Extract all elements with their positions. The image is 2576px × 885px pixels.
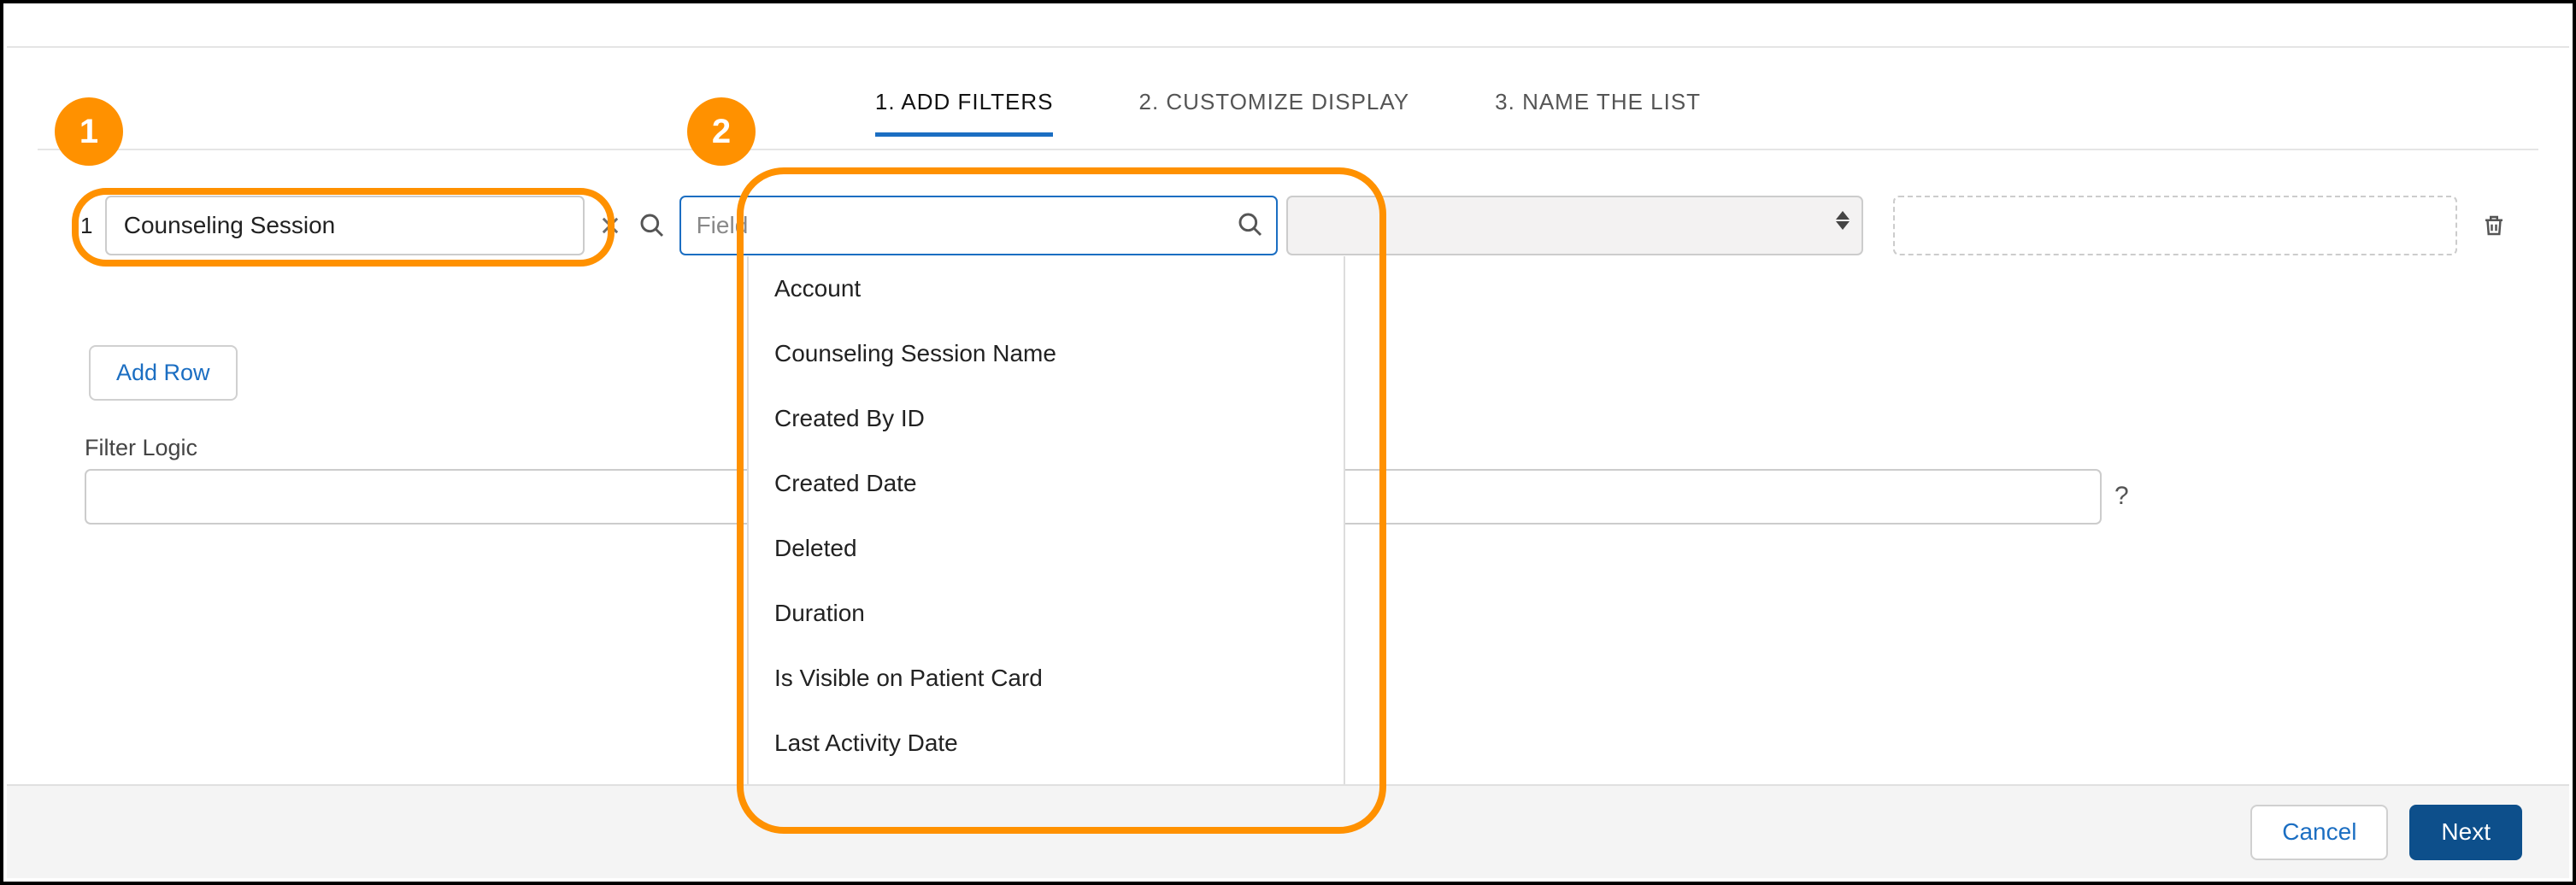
wizard-step-add-filters[interactable]: 1. ADD FILTERS (875, 89, 1054, 137)
field-input[interactable]: Field (679, 196, 1278, 255)
footer: Cancel Next (7, 784, 2569, 878)
dropdown-item-counseling-session-name[interactable]: Counseling Session Name (749, 321, 1344, 386)
stepper-arrows-icon (1836, 211, 1850, 230)
wizard-step-name-list[interactable]: 3. NAME THE LIST (1495, 89, 1701, 137)
dropdown-item-account[interactable]: Account (749, 256, 1344, 321)
object-input[interactable]: Counseling Session (105, 196, 585, 255)
object-input-value: Counseling Session (124, 212, 336, 239)
field-dropdown: Account Counseling Session Name Created … (747, 256, 1345, 842)
value-input[interactable] (1893, 196, 2457, 255)
wizard-step-customize-display[interactable]: 2. CUSTOMIZE DISPLAY (1138, 89, 1409, 137)
dropdown-item-created-by-id[interactable]: Created By ID (749, 386, 1344, 451)
filter-row: 1 Counseling Session Field (80, 196, 2521, 255)
row-number: 1 (80, 213, 97, 239)
help-icon[interactable]: ? (2114, 482, 2129, 511)
callout-badge-1: 1 (55, 97, 123, 166)
operator-select[interactable] (1286, 196, 1864, 255)
wizard-divider (38, 149, 2538, 150)
next-button[interactable]: Next (2409, 805, 2522, 860)
search-icon[interactable] (638, 212, 671, 239)
add-row-button[interactable]: Add Row (89, 345, 238, 401)
field-input-placeholder: Field (697, 212, 749, 239)
dropdown-item-deleted[interactable]: Deleted (749, 516, 1344, 581)
top-divider (7, 46, 2569, 48)
dropdown-item-duration[interactable]: Duration (749, 581, 1344, 646)
dropdown-item-created-date[interactable]: Created Date (749, 451, 1344, 516)
cancel-button[interactable]: Cancel (2250, 805, 2388, 860)
filter-logic-label: Filter Logic (85, 435, 197, 461)
search-icon[interactable] (1237, 211, 1264, 238)
dropdown-item-last-activity-date[interactable]: Last Activity Date (749, 711, 1344, 776)
delete-icon[interactable] (2481, 211, 2521, 240)
wizard-steps: 1. ADD FILTERS 2. CUSTOMIZE DISPLAY 3. N… (3, 89, 2573, 137)
callout-badge-2: 2 (687, 97, 756, 166)
clear-icon[interactable] (598, 214, 631, 237)
field-input-wrap: Field (679, 196, 1278, 255)
dropdown-item-is-visible-on-patient-card[interactable]: Is Visible on Patient Card (749, 646, 1344, 711)
